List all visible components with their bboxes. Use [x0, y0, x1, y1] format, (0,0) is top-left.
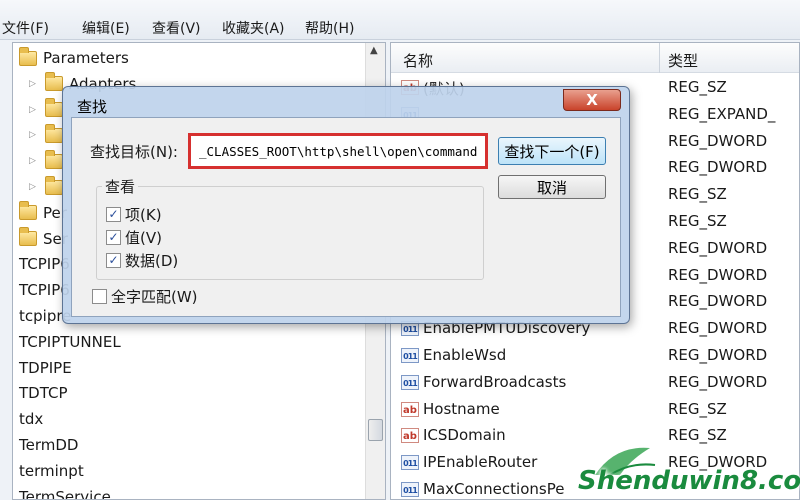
tree-item[interactable]: TDPIPE [19, 355, 72, 381]
ab-icon: ab [401, 428, 419, 444]
cancel-button[interactable]: 取消 [498, 175, 606, 199]
value-type: REG_SZ [668, 185, 727, 204]
binary-icon: 011 [401, 482, 419, 497]
tree-item-label: tdx [19, 410, 44, 429]
data-checkbox-label: 数据(D) [125, 252, 179, 270]
keys-checkbox[interactable]: ✓ 项(K) [106, 204, 162, 225]
tree-item-label: Parameters [43, 49, 129, 67]
tree-item[interactable]: terminpt [19, 458, 84, 484]
tree-item[interactable]: TCPIPTUNNEL [19, 329, 121, 355]
tree-item[interactable]: TermDD [19, 432, 78, 458]
values-checkbox[interactable]: ✓ 值(V) [106, 227, 162, 248]
empty-checkbox-icon[interactable] [92, 289, 107, 304]
menu-bar: 文件(F) 编辑(E) 查看(V) 收藏夹(A) 帮助(H) [0, 0, 800, 40]
column-divider[interactable] [659, 43, 660, 73]
checkmark-icon[interactable]: ✓ [106, 230, 121, 245]
value-name: MaxConnectionsPe [423, 480, 565, 498]
value-type: REG_DWORD [668, 372, 768, 391]
value-name: Hostname [423, 399, 500, 418]
table-row[interactable]: 011 EnableWsd REG_DWORD [391, 342, 799, 369]
tree-item[interactable]: TDTCP [19, 380, 68, 406]
tree-item[interactable]: Per [19, 200, 67, 226]
values-checkbox-label: 值(V) [125, 229, 162, 247]
value-type: REG_DWORD [668, 238, 768, 257]
tree-item-label: TDTCP [19, 384, 68, 403]
value-type: REG_EXPAND_ [668, 104, 776, 123]
table-row[interactable]: ab Hostname REG_SZ [391, 396, 799, 423]
find-what-input[interactable] [188, 133, 488, 169]
menu-help[interactable]: 帮助(H) [305, 18, 354, 38]
value-name: IPEnableRouter [423, 453, 538, 472]
expand-arrow-icon[interactable]: ▷ [29, 130, 41, 140]
value-name: ForwardBroadcasts [423, 372, 567, 391]
find-next-button[interactable]: 查找下一个(F) [498, 137, 606, 165]
tree-item-label: TermDD [19, 436, 79, 454]
scroll-up-arrow-icon[interactable]: ▲ [370, 45, 378, 56]
value-type: REG_SZ [668, 78, 727, 96]
menu-favorites[interactable]: 收藏夹(A) [222, 18, 285, 38]
binary-icon: 011 [401, 374, 419, 390]
folder-icon [19, 201, 37, 221]
list-header: 名称 类型 [391, 43, 799, 73]
folder-icon [45, 149, 63, 169]
tree-item[interactable]: TermService [19, 484, 111, 500]
tree-item-label: TCPIPTUNNEL [19, 332, 121, 351]
match-whole-checkbox[interactable]: 全字匹配(W) [92, 286, 198, 307]
value-type: REG_SZ [668, 212, 727, 230]
ab-icon: ab [401, 401, 419, 417]
watermark-text: Shenduwin8.com [578, 466, 800, 496]
tree-item[interactable]: Ser [19, 226, 68, 252]
dialog-title: 查找 [77, 98, 108, 116]
data-checkbox[interactable]: ✓ 数据(D) [106, 250, 178, 271]
look-at-label: 查看 [102, 176, 139, 197]
table-row[interactable]: 011 ForwardBroadcasts REG_DWORD [391, 369, 799, 396]
folder-icon [19, 46, 37, 66]
folder-icon [45, 175, 63, 195]
value-type: REG_DWORD [668, 346, 768, 364]
binary-icon: 011 [401, 455, 419, 471]
value-name: EnableWsd [423, 346, 507, 364]
expand-arrow-icon[interactable]: ▷ [29, 182, 41, 192]
folder-icon [45, 72, 63, 92]
tree-item[interactable]: tdx [19, 406, 43, 432]
menu-edit[interactable]: 编辑(E) [82, 18, 130, 38]
find-what-label: 查找目标(N): [90, 143, 178, 161]
folder-icon [19, 227, 37, 247]
folder-icon [45, 98, 63, 118]
value-type: REG_DWORD [668, 265, 768, 284]
scroll-thumb[interactable] [368, 419, 383, 441]
close-button[interactable]: X [563, 89, 621, 111]
binary-icon: 011 [401, 348, 419, 363]
value-type: REG_SZ [668, 399, 727, 418]
match-whole-label: 全字匹配(W) [111, 288, 198, 306]
tree-item-label: TDPIPE [19, 358, 72, 377]
value-name: ICSDomain [423, 426, 506, 445]
value-type: REG_DWORD [668, 319, 768, 338]
value-type: REG_DWORD [668, 158, 768, 177]
folder-icon [45, 123, 63, 143]
tree-item-label: TermService [19, 487, 111, 500]
column-type-header[interactable]: 类型 [668, 50, 698, 71]
checkmark-icon[interactable]: ✓ [106, 253, 121, 268]
expand-arrow-icon[interactable]: ▷ [29, 156, 41, 166]
tree-item-label: terminpt [19, 461, 84, 480]
value-type: REG_DWORD [668, 292, 768, 311]
site-watermark: Shenduwin8.com [560, 440, 800, 500]
expand-arrow-icon[interactable]: ▷ [29, 105, 41, 115]
value-type: REG_DWORD [668, 131, 768, 150]
menu-file[interactable]: 文件(F) [2, 18, 49, 38]
dialog-body: 查找目标(N): 查找下一个(F) 取消 查看 ✓ 项(K) ✓ 值(V) ✓ … [71, 117, 621, 317]
checkmark-icon[interactable]: ✓ [106, 207, 121, 222]
column-name-header[interactable]: 名称 [403, 50, 433, 71]
menu-view[interactable]: 查看(V) [152, 18, 201, 38]
expand-arrow-icon[interactable]: ▷ [29, 79, 41, 89]
keys-checkbox-label: 项(K) [125, 206, 162, 224]
find-dialog: 查找 X 查找目标(N): 查找下一个(F) 取消 查看 ✓ 项(K) ✓ 值(… [62, 86, 630, 324]
tree-item[interactable]: Parameters [19, 45, 129, 71]
